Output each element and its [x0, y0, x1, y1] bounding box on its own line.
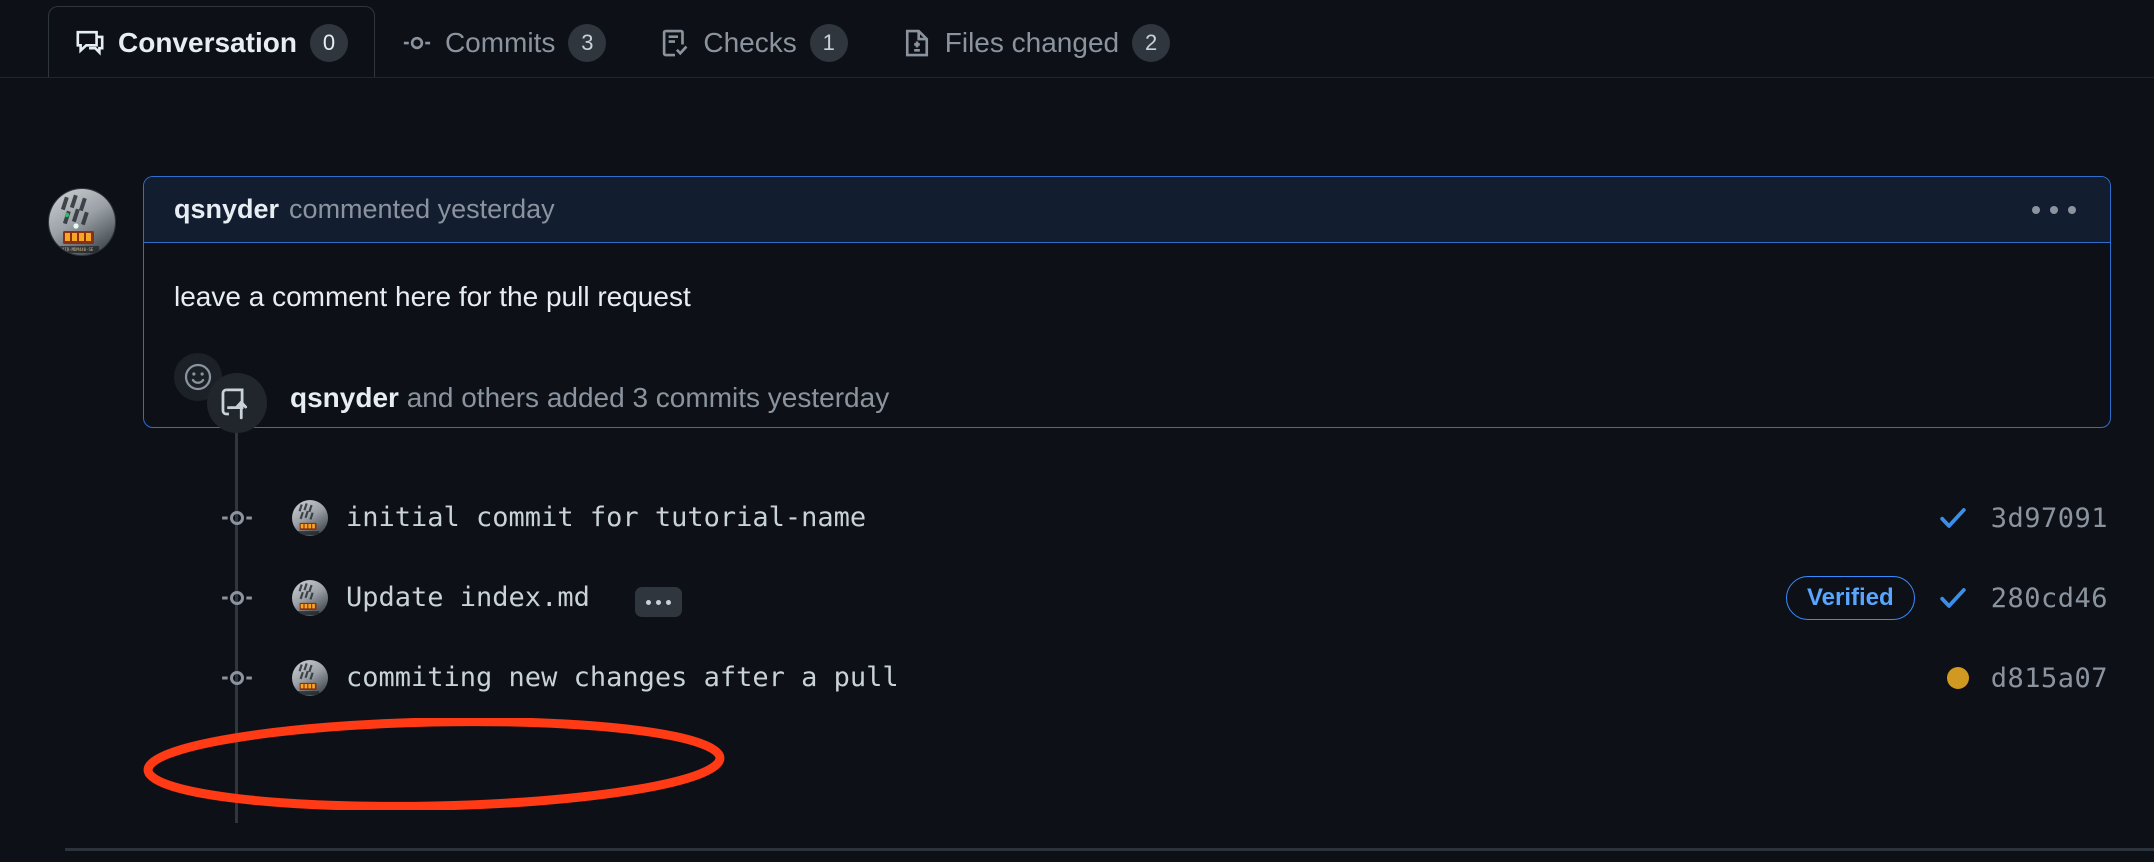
comment-header: qsnyder commented yesterday: [144, 177, 2110, 243]
tab-counter: 2: [1132, 23, 1171, 62]
file-diff-icon: [902, 28, 932, 58]
comment-body: leave a comment here for the pull reques…: [174, 281, 691, 312]
commit-sha[interactable]: 280cd46: [1991, 583, 2108, 614]
avatar[interactable]: AIR-MDM440-SE: [48, 188, 116, 256]
commit-sha[interactable]: 3d97091: [1991, 503, 2108, 534]
push-event-text: qsnyder and others added 3 commits yeste…: [290, 382, 889, 414]
push-event-description: and others added 3 commits yesterday: [406, 382, 890, 413]
commit-message[interactable]: commiting new changes after a pull: [346, 662, 899, 693]
commit-status-group: 3d97091: [1937, 488, 2108, 548]
tab-label: Checks: [703, 26, 797, 58]
git-commit-icon: [207, 568, 267, 628]
table-row: initial commit for tutorial-name 3d97091: [0, 488, 2154, 548]
tab-commits[interactable]: Commits 3: [375, 6, 633, 78]
git-commit-icon: [207, 648, 267, 708]
tab-counter: 3: [568, 23, 607, 62]
dot-fill-icon[interactable]: [1946, 667, 1969, 689]
commit-expand-button[interactable]: [635, 587, 682, 617]
commit-message[interactable]: Update index.md: [346, 582, 590, 613]
tab-counter: 0: [309, 23, 348, 62]
commit-message[interactable]: initial commit for tutorial-name: [346, 502, 866, 533]
section-divider: [65, 848, 2154, 851]
kebab-horizontal-icon[interactable]: [2028, 198, 2080, 222]
comment-author[interactable]: qsnyder: [174, 194, 279, 225]
tab-label: Conversation: [118, 26, 297, 58]
tab-checks[interactable]: Checks 1: [633, 6, 874, 78]
comment-meta: commented yesterday: [289, 194, 555, 224]
check-icon[interactable]: [1937, 582, 1969, 614]
tabnav-divider: [0, 77, 2154, 78]
tab-counter: 1: [809, 23, 848, 62]
table-row: commiting new changes after a pull d815a…: [0, 648, 2154, 708]
tab-label: Commits: [444, 26, 556, 58]
avatar[interactable]: [292, 580, 328, 616]
commit-status-group: Verified 280cd46: [1785, 568, 2108, 628]
avatar[interactable]: [292, 660, 328, 696]
tab-files-changed[interactable]: Files changed 2: [875, 6, 1197, 78]
annotation-ellipse: [143, 718, 725, 810]
avatar[interactable]: [292, 500, 328, 536]
git-commit-icon: [402, 28, 432, 58]
tab-list: Conversation 0 Commits 3 Checks 1 Files …: [48, 6, 1197, 78]
push-event-author[interactable]: qsnyder: [290, 382, 399, 413]
commit-sha[interactable]: d815a07: [1991, 663, 2108, 694]
comment-discussion-icon: [75, 28, 105, 58]
svg-text:AIR-MDM440-SE: AIR-MDM440-SE: [62, 247, 94, 252]
checklist-icon: [660, 28, 690, 58]
status-badge[interactable]: Verified: [1785, 576, 1915, 620]
git-commit-icon: [207, 488, 267, 548]
tab-conversation[interactable]: Conversation 0: [48, 6, 375, 78]
pull-request-tabnav: Conversation 0 Commits 3 Checks 1 Files …: [0, 0, 2154, 78]
tab-label: Files changed: [944, 26, 1120, 58]
repo-push-icon: [207, 373, 267, 433]
commit-status-group: d815a07: [1946, 648, 2108, 708]
check-icon[interactable]: [1937, 502, 1969, 534]
table-row: Update index.md Verified 280cd46: [0, 568, 2154, 628]
